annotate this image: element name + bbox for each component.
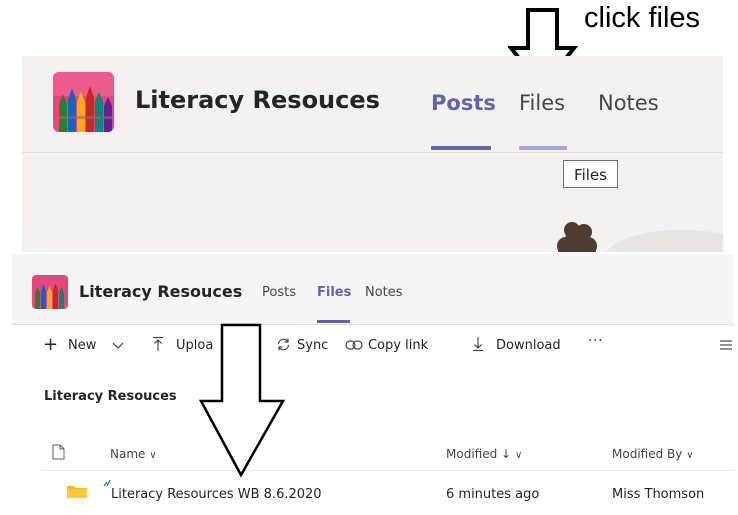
folder-icon [67, 486, 87, 498]
column-header-modified-by-label: Modified By [612, 447, 683, 461]
tab-files[interactable]: Files [317, 285, 351, 300]
upload-icon [153, 336, 163, 351]
chevron-down-icon: ∨ [149, 450, 157, 461]
instruction-caption: click files [584, 2, 701, 34]
team-pencils-icon[interactable] [53, 72, 114, 132]
plus-icon: + [43, 334, 59, 355]
tab-notes[interactable]: Notes [365, 285, 403, 300]
tab-posts[interactable]: Posts [431, 91, 496, 115]
chevron-down-icon: ∨ [514, 450, 523, 461]
illustration-partial [557, 222, 723, 252]
team-title: Literacy Resouces [79, 282, 243, 301]
download-icon [473, 337, 483, 352]
active-tab-underline [431, 146, 491, 150]
column-header-name-label: Name [110, 447, 146, 461]
team-title: Literacy Resouces [135, 86, 380, 114]
chevron-down-icon[interactable] [112, 342, 124, 350]
link-icon [345, 340, 363, 350]
file-name-link[interactable]: Literacy Resources WB 8.6.2020 [111, 487, 322, 502]
column-header-name[interactable]: Name ∨ [110, 447, 157, 461]
tab-notes[interactable]: Notes [598, 91, 659, 115]
header-divider [42, 470, 734, 471]
view-options-icon[interactable] [720, 340, 732, 350]
sort-arrow-icon: ↓ [501, 447, 512, 461]
breadcrumb[interactable]: Literacy Resouces [44, 389, 177, 404]
new-item-indicator-icon [103, 479, 111, 487]
column-header-modified-by[interactable]: Modified By ∨ [612, 447, 694, 461]
hover-tab-underline [519, 146, 567, 150]
copy-link-button[interactable]: Copy link [368, 338, 428, 353]
tab-files[interactable]: Files [519, 91, 565, 115]
modified-by-cell: Miss Thomson [612, 487, 705, 502]
new-button[interactable]: New [68, 338, 96, 353]
download-button[interactable]: Download [496, 338, 561, 353]
sync-button[interactable]: Sync [297, 338, 328, 353]
arrow-down-icon [198, 323, 286, 478]
teams-header-zoomed: Literacy Resouces Posts Files Notes File… [22, 56, 723, 252]
tab-posts[interactable]: Posts [262, 285, 296, 300]
column-header-modified-label: Modified [446, 447, 498, 461]
chevron-down-icon: ∨ [686, 450, 694, 461]
team-pencils-icon[interactable] [32, 275, 68, 309]
modified-cell: 6 minutes ago [446, 487, 540, 502]
files-tooltip: Files [563, 160, 618, 188]
file-type-icon [52, 444, 65, 460]
active-tab-underline [317, 320, 350, 323]
more-options-button[interactable]: ··· [588, 334, 603, 349]
column-header-modified[interactable]: Modified ↓ ∨ [446, 447, 522, 461]
teams-files-view: Literacy Resouces Posts Files Notes + Ne… [12, 254, 734, 515]
